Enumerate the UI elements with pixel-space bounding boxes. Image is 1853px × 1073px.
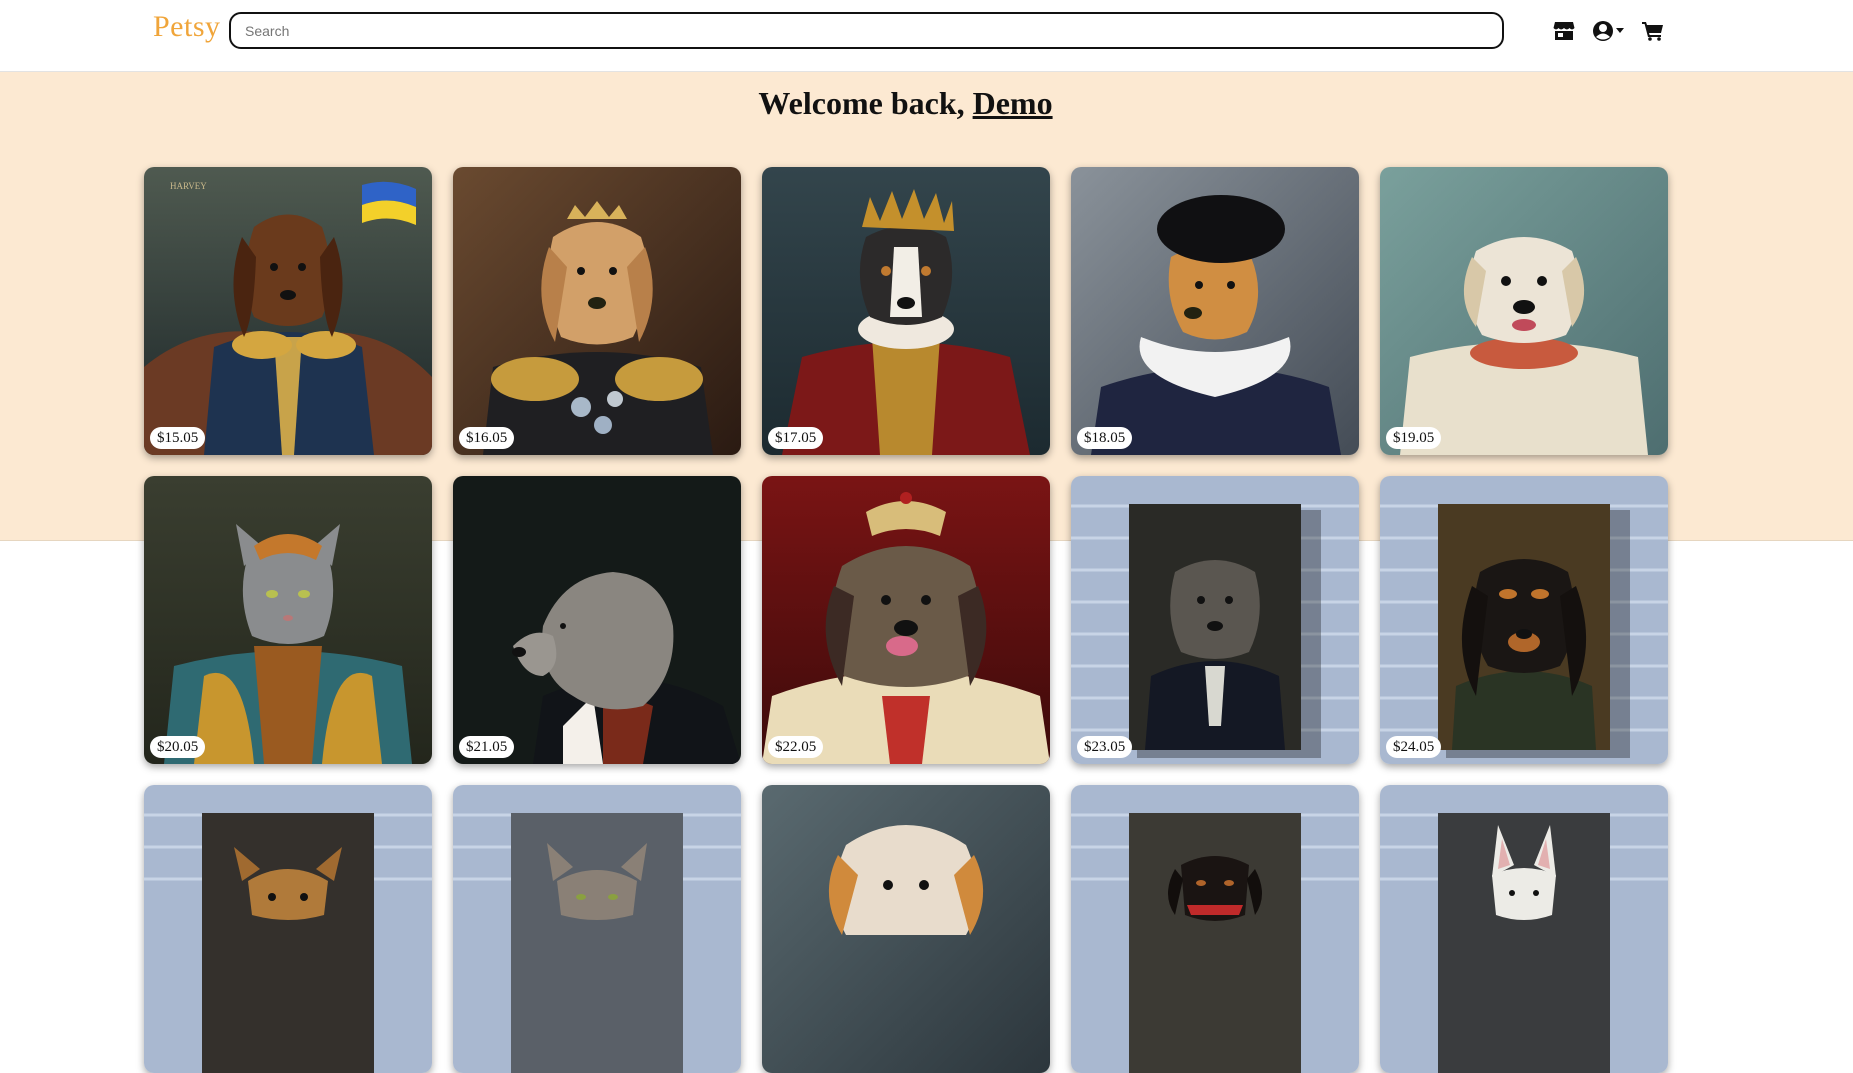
product-image bbox=[144, 785, 432, 1073]
product-card[interactable] bbox=[1380, 785, 1668, 1073]
welcome-heading: Welcome back, Demo bbox=[0, 85, 1811, 122]
product-image bbox=[762, 476, 1050, 764]
product-card[interactable] bbox=[1071, 785, 1359, 1073]
store-icon[interactable] bbox=[1553, 20, 1575, 42]
product-card[interactable]: $16.05 bbox=[453, 167, 741, 455]
product-image bbox=[1380, 476, 1668, 764]
product-card[interactable]: $21.05 bbox=[453, 476, 741, 764]
product-card[interactable] bbox=[453, 785, 741, 1073]
product-image bbox=[1071, 167, 1359, 455]
product-card[interactable]: $24.05 bbox=[1380, 476, 1668, 764]
product-image bbox=[453, 167, 741, 455]
product-image bbox=[453, 785, 741, 1073]
product-image bbox=[144, 476, 432, 764]
price-badge: $16.05 bbox=[459, 427, 515, 449]
price-badge: $20.05 bbox=[150, 736, 206, 758]
username-link[interactable]: Demo bbox=[973, 85, 1053, 121]
product-card[interactable]: HARVEY $15.05 bbox=[144, 167, 432, 455]
product-image bbox=[762, 785, 1050, 1073]
price-badge: $23.05 bbox=[1077, 736, 1133, 758]
product-card[interactable] bbox=[144, 785, 432, 1073]
product-card[interactable]: $19.05 bbox=[1380, 167, 1668, 455]
product-image bbox=[453, 476, 741, 764]
product-image bbox=[1071, 476, 1359, 764]
product-card[interactable]: $18.05 bbox=[1071, 167, 1359, 455]
product-image bbox=[1071, 785, 1359, 1073]
product-card[interactable]: $23.05 bbox=[1071, 476, 1359, 764]
product-card[interactable] bbox=[762, 785, 1050, 1073]
product-image bbox=[1380, 785, 1668, 1073]
cart-icon[interactable] bbox=[1642, 20, 1664, 42]
price-badge: $15.05 bbox=[150, 427, 206, 449]
top-navbar: Petsy bbox=[0, 0, 1853, 72]
signature-text: HARVEY bbox=[170, 181, 207, 191]
caret-down-icon[interactable] bbox=[1616, 20, 1624, 42]
price-badge: $18.05 bbox=[1077, 427, 1133, 449]
product-image: HARVEY bbox=[144, 167, 432, 455]
product-grid: HARVEY $15.05 $16.05 $17.05 $18.05 $19.0… bbox=[144, 167, 1668, 1073]
product-card[interactable]: $20.05 bbox=[144, 476, 432, 764]
price-badge: $21.05 bbox=[459, 736, 515, 758]
price-badge: $19.05 bbox=[1386, 427, 1442, 449]
product-image bbox=[762, 167, 1050, 455]
user-icon[interactable] bbox=[1592, 20, 1614, 42]
product-card[interactable]: $17.05 bbox=[762, 167, 1050, 455]
price-badge: $17.05 bbox=[768, 427, 824, 449]
product-image bbox=[1380, 167, 1668, 455]
site-logo[interactable]: Petsy bbox=[153, 10, 221, 44]
product-card[interactable]: $22.05 bbox=[762, 476, 1050, 764]
price-badge: $22.05 bbox=[768, 736, 824, 758]
welcome-text: Welcome back, bbox=[758, 85, 973, 121]
search-input[interactable] bbox=[229, 12, 1504, 49]
price-badge: $24.05 bbox=[1386, 736, 1442, 758]
